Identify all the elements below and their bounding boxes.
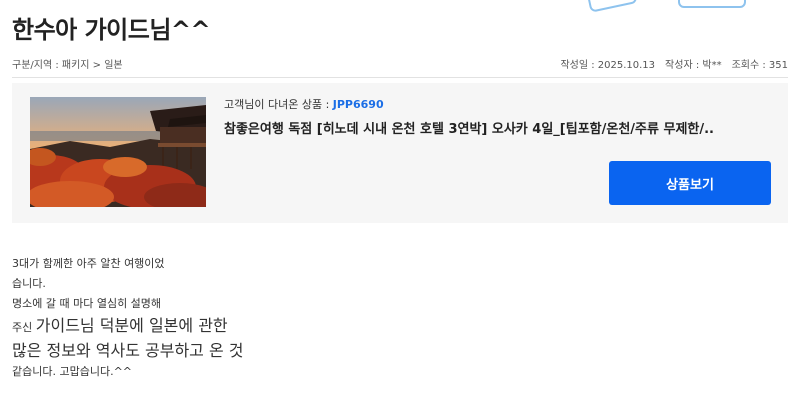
product-thumbnail[interactable] [30, 97, 206, 207]
post-views: 조회수 : 351 [731, 60, 788, 71]
category-breadcrumb: 구분/지역 : 패키지 > 일본 [12, 60, 123, 71]
product-card: 고객님이 다녀온 상품 : JPP6690 참좋은여행 독점 [히노데 시내 온… [12, 83, 788, 223]
product-code[interactable]: JPP6690 [333, 98, 384, 111]
review-body: 3대가 함께한 아주 알찬 여행이었 습니다. 명소에 갈 때 마다 열심히 설… [12, 254, 412, 382]
visited-product-label: 고객님이 다녀온 상품 : JPP6690 [224, 98, 384, 111]
divider [12, 77, 788, 78]
page-title: 한수아 가이드님^^ [12, 16, 211, 44]
decorative-frame [586, 0, 638, 13]
review-line: 습니다. [12, 277, 46, 290]
view-product-button[interactable]: 상품보기 [609, 161, 771, 205]
review-line: 3대가 함께한 아주 알찬 여행이었 [12, 257, 165, 270]
post-date: 작성일 : 2025.10.13 [560, 60, 656, 71]
product-name-link[interactable]: 참좋은여행 독점 [히노데 시내 온천 호텔 3연박] 오사카 4일_[팁포함/… [224, 118, 714, 137]
review-line: 많은 정보와 역사도 공부하고 온 것 [12, 341, 244, 360]
review-line: 같습니다. 고맙습니다.^^ [12, 365, 133, 378]
review-line: 주신 가이드님 덕분에 일본에 관한 [12, 316, 228, 335]
temple-photo [30, 97, 206, 207]
post-author: 작성자 : 박** [665, 60, 722, 71]
post-meta: 작성일 : 2025.10.13 작성자 : 박** 조회수 : 351 [560, 56, 788, 71]
review-line: 명소에 갈 때 마다 열심히 설명해 [12, 297, 162, 310]
decorative-frame [678, 0, 746, 8]
